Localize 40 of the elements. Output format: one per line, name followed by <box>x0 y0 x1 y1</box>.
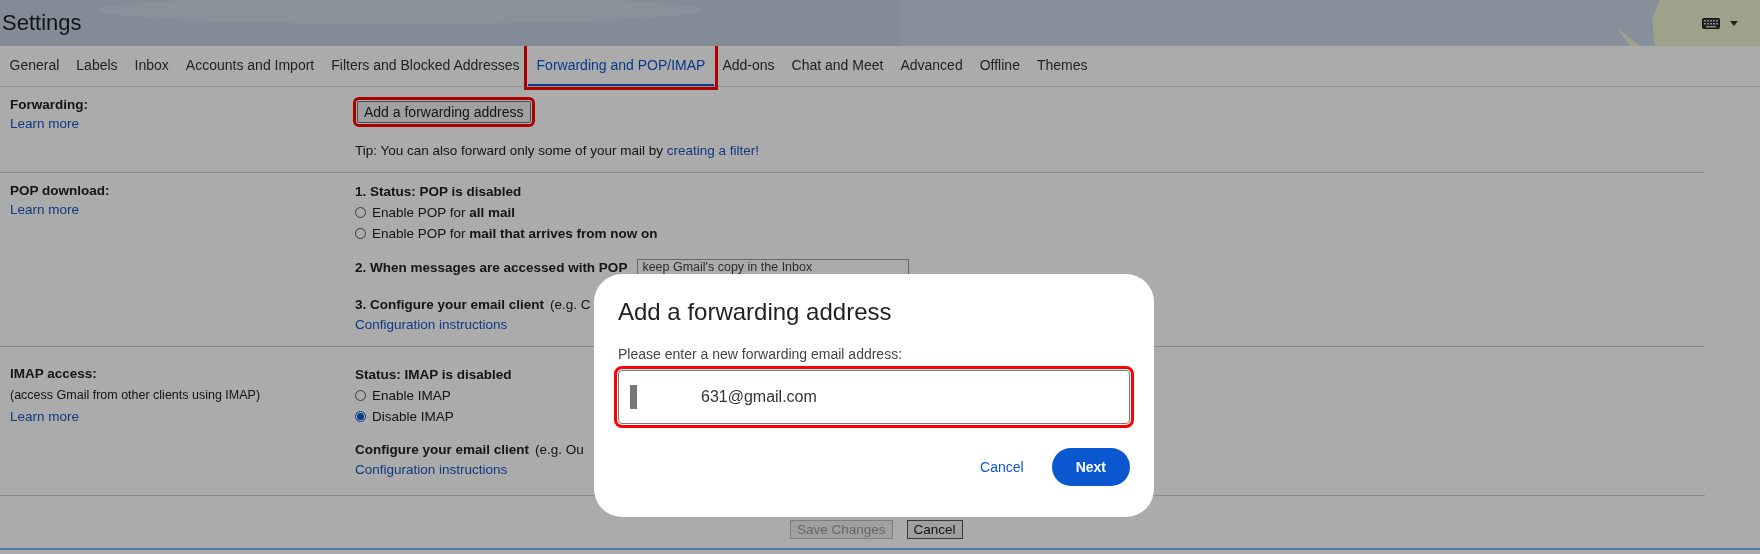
create-filter-link[interactable]: creating a filter! <box>666 143 759 158</box>
footer-button[interactable]: Cancel <box>906 520 963 539</box>
settings-tab[interactable]: Filters and Blocked Addresses <box>322 46 529 86</box>
configuration-link[interactable]: Configuration instructions <box>355 462 508 477</box>
access-label: 2. When messages are accessed with POP <box>355 259 628 275</box>
imap-status: Status: IMAP is disabled <box>355 367 512 382</box>
next-button[interactable]: Next <box>1051 448 1130 486</box>
settings-tab[interactable]: Inbox <box>126 46 178 86</box>
settings-tab[interactable]: Chat and Meet <box>783 46 892 86</box>
settings-tab[interactable]: Accounts and Import <box>177 46 323 86</box>
settings-tab[interactable]: Advanced <box>891 46 972 86</box>
redaction-mark <box>630 385 637 409</box>
dialog-prompt: Please enter a new forwarding email address: <box>618 346 904 362</box>
settings-tab[interactable]: Labels <box>67 46 127 86</box>
learn-more-link[interactable]: Learn more <box>10 202 80 217</box>
settings-tab[interactable]: Themes <box>1028 46 1096 86</box>
imap-note: (access Gmail from other clients using IMAP) <box>10 388 261 402</box>
settings-tab[interactable]: General <box>1 46 68 86</box>
caret-icon[interactable] <box>1730 20 1738 26</box>
radio-button[interactable] <box>355 411 366 422</box>
keyboard-icon[interactable] <box>1702 17 1720 29</box>
configuration-link[interactable]: Configuration instructions <box>355 317 508 332</box>
option-label: Enable IMAP <box>372 388 451 403</box>
page-title: Settings <box>1 10 82 36</box>
option-label: Enable POP for mail that arrives from now on <box>372 226 658 241</box>
option-label: Enable POP for all mail <box>372 205 516 220</box>
tip-text: Tip: You can also forward only some of your mail by creating a filter! <box>355 142 759 160</box>
section-label: Forwarding: <box>10 97 88 112</box>
dialog-title: Add a forwarding address <box>618 298 893 326</box>
section-label: IMAP access: <box>10 366 97 381</box>
settings-tab[interactable]: Add-ons <box>713 46 784 86</box>
learn-more-link[interactable]: Learn more <box>10 409 80 424</box>
learn-more-link[interactable]: Learn more <box>10 116 80 131</box>
settings-tab[interactable]: Offline <box>971 46 1029 86</box>
section-label: POP download: <box>10 183 110 198</box>
configure-text: Configure your email client (e.g. Ou <box>355 442 584 457</box>
configure-text: 3. Configure your email client (e.g. C <box>355 297 591 312</box>
option-label: Disable IMAP <box>372 409 454 424</box>
pop-status: 1. Status: POP is disabled <box>355 184 522 199</box>
cancel-button[interactable]: Cancel <box>972 449 1032 485</box>
